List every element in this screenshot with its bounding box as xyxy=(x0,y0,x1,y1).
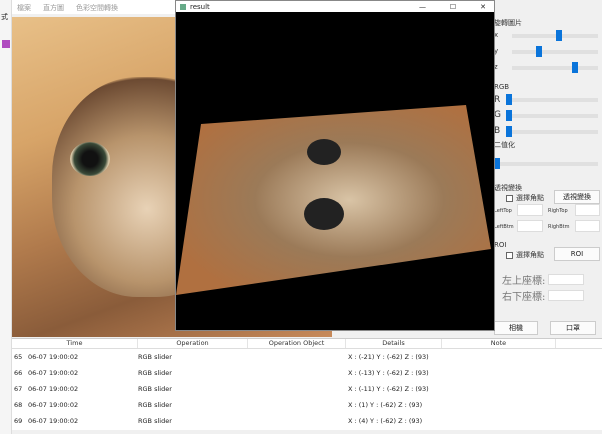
slider-thumb[interactable] xyxy=(506,126,512,137)
menu-histogram[interactable]: 直方圖 xyxy=(43,3,64,12)
cell-time: 06-07 19:00:02 xyxy=(28,385,79,393)
cell-details: X : (-21) Y : (-62) Z : (93) xyxy=(348,353,429,361)
header-time[interactable]: Time xyxy=(12,339,138,348)
rgb-group-title: RGB xyxy=(494,83,510,91)
result-window: result — ☐ ✕ xyxy=(175,0,495,331)
menu-file[interactable]: 檔案 xyxy=(17,3,31,12)
cell-n: 65 xyxy=(14,353,23,361)
mask-button[interactable]: 口罩 xyxy=(550,321,596,335)
cat-eye xyxy=(70,142,110,176)
cell-n: 69 xyxy=(14,417,23,425)
app-icon xyxy=(180,3,186,10)
cell-op: RGB slider xyxy=(138,353,172,361)
header-note[interactable]: Note xyxy=(442,339,556,348)
save-icon[interactable] xyxy=(2,40,10,48)
rotate-group-title: 旋轉圖片 xyxy=(494,19,522,27)
cell-details: X : (-13) Y : (-62) Z : (93) xyxy=(348,369,429,377)
cell-n: 66 xyxy=(14,369,23,377)
cell-op: RGB slider xyxy=(138,385,172,393)
rotate-x-slider[interactable] xyxy=(512,30,598,41)
operation-log-table: Time Operation Operation Object Details … xyxy=(12,338,602,430)
righbtm-input[interactable] xyxy=(575,220,600,232)
lefttop-input[interactable] xyxy=(517,204,543,216)
window-title: result xyxy=(190,2,210,11)
checkbox-label: 選擇角點 xyxy=(516,194,544,202)
perspective-button[interactable]: 透視變換 xyxy=(554,190,600,204)
warped-image xyxy=(176,105,491,295)
toolbar-label: 式 xyxy=(1,13,8,21)
g-slider[interactable] xyxy=(506,110,598,121)
header-operation[interactable]: Operation xyxy=(138,339,248,348)
perspective-select-corner-checkbox[interactable]: 選擇角點 xyxy=(506,193,544,203)
slider-thumb[interactable] xyxy=(506,94,512,105)
checkbox-label: 選擇角點 xyxy=(516,251,544,259)
g-label: G xyxy=(494,110,501,120)
header-details[interactable]: Details xyxy=(346,339,442,348)
table-row[interactable]: 67 06-07 19:00:02 RGB slider X : (-11) Y : … xyxy=(12,381,602,397)
slider-thumb[interactable] xyxy=(572,62,578,73)
cell-details: X : (-11) Y : (-62) Z : (93) xyxy=(348,385,429,393)
lefttop-label: LeftTop xyxy=(494,208,512,214)
cell-details: X : (1) Y : (-62) Z : (93) xyxy=(348,401,423,409)
cell-time: 06-07 19:00:02 xyxy=(28,417,79,425)
bottom-right-coord-label: 右下座標: xyxy=(502,292,546,303)
left-toolbar: 式 xyxy=(0,0,12,434)
close-button[interactable]: ✕ xyxy=(480,3,486,11)
binarize-slider[interactable] xyxy=(494,158,598,169)
result-titlebar[interactable]: result — ☐ ✕ xyxy=(176,1,494,12)
righbtm-label: RighBtm xyxy=(548,224,570,230)
r-slider[interactable] xyxy=(506,94,598,105)
camera-button[interactable]: 相機 xyxy=(494,321,538,335)
cell-op: RGB slider xyxy=(138,369,172,377)
cell-op: RGB slider xyxy=(138,417,172,425)
top-left-coord-input[interactable] xyxy=(548,274,584,285)
table-row[interactable]: 69 06-07 19:00:02 RGB slider X : (4) Y : (-… xyxy=(12,413,602,429)
cell-n: 68 xyxy=(14,401,23,409)
maximize-button[interactable]: ☐ xyxy=(450,3,456,11)
table-row[interactable]: 68 06-07 19:00:02 RGB slider X : (1) Y : (-… xyxy=(12,397,602,413)
cell-time: 06-07 19:00:02 xyxy=(28,369,79,377)
header-object[interactable]: Operation Object xyxy=(248,339,346,348)
perspective-group-title: 透視變換 xyxy=(494,184,522,192)
b-slider[interactable] xyxy=(506,126,598,137)
roi-group-title: ROI xyxy=(494,241,507,249)
cell-op: RGB slider xyxy=(138,401,172,409)
top-left-coord-label: 左上座標: xyxy=(502,276,546,287)
rotate-z-slider[interactable] xyxy=(512,62,598,73)
rightop-input[interactable] xyxy=(575,204,600,216)
control-panel: 旋轉圖片 x y z RGB R G B 二值化 透視變換 選擇角點 透視變換 … xyxy=(492,14,602,336)
leftbtm-input[interactable] xyxy=(517,220,543,232)
slider-thumb[interactable] xyxy=(506,110,512,121)
table-row[interactable]: 66 06-07 19:00:02 RGB slider X : (-13) Y : … xyxy=(12,365,602,381)
table-header: Time Operation Operation Object Details … xyxy=(12,339,602,349)
cell-details: X : (4) Y : (-62) Z : (93) xyxy=(348,417,423,425)
roi-select-corner-checkbox[interactable]: 選擇角點 xyxy=(506,250,544,260)
leftbtm-label: LeftBtm xyxy=(494,224,514,230)
roi-button[interactable]: ROI xyxy=(554,247,600,261)
slider-thumb[interactable] xyxy=(536,46,542,57)
cell-time: 06-07 19:00:02 xyxy=(28,401,79,409)
rotate-y-slider[interactable] xyxy=(512,46,598,57)
cell-n: 67 xyxy=(14,385,23,393)
bottom-right-coord-input[interactable] xyxy=(548,290,584,301)
slider-thumb[interactable] xyxy=(556,30,562,41)
rightop-label: RighTop xyxy=(548,208,568,214)
menu-color-space[interactable]: 色彩空間轉換 xyxy=(76,3,118,12)
cell-time: 06-07 19:00:02 xyxy=(28,353,79,361)
table-row[interactable]: 65 06-07 19:00:02 RGB slider X : (-21) Y : … xyxy=(12,349,602,365)
binarize-group-title: 二值化 xyxy=(494,141,515,149)
minimize-button[interactable]: — xyxy=(419,3,426,11)
